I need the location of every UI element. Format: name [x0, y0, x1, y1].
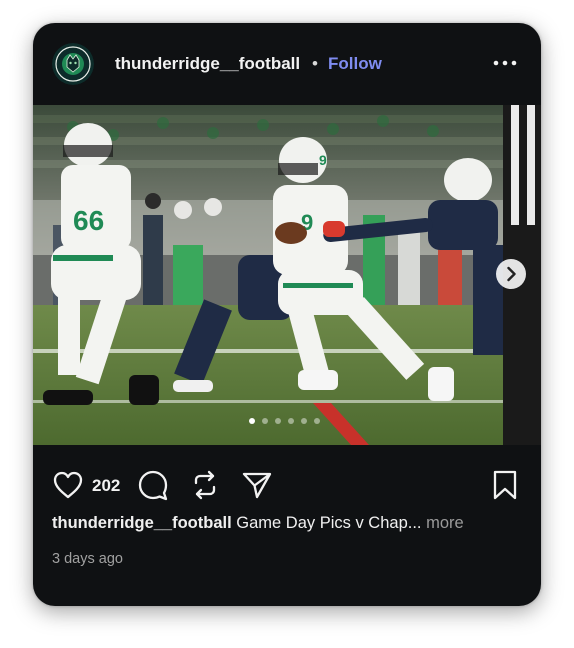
- post-username[interactable]: thunderridge__football: [115, 54, 300, 74]
- bookmark-icon[interactable]: [491, 469, 519, 501]
- next-image-button[interactable]: [496, 259, 526, 289]
- post-timestamp: 3 days ago: [52, 551, 123, 567]
- comment-icon[interactable]: [137, 469, 169, 501]
- caption-more-link[interactable]: more: [426, 514, 464, 532]
- carousel-dot-active: [249, 418, 255, 424]
- carousel-dot: [314, 418, 320, 424]
- post-header: thunderridge__football • Follow: [33, 23, 541, 105]
- send-icon[interactable]: [241, 469, 273, 501]
- chevron-right-icon: [507, 266, 516, 282]
- separator-dot: •: [312, 54, 318, 73]
- avatar[interactable]: [52, 43, 94, 85]
- post-card: thunderridge__football • Follow 66 9 9 2…: [33, 23, 541, 606]
- carousel-dot: [288, 418, 294, 424]
- more-horizontal-icon[interactable]: [492, 53, 518, 73]
- repost-icon[interactable]: [190, 469, 220, 501]
- carousel-dot: [301, 418, 307, 424]
- svg-text:66: 66: [73, 205, 104, 236]
- heart-icon[interactable]: [52, 470, 84, 500]
- follow-button[interactable]: Follow: [328, 54, 382, 74]
- post-caption: thunderridge__football Game Day Pics v C…: [52, 514, 522, 533]
- svg-text:9: 9: [319, 152, 327, 168]
- post-image[interactable]: 66 9 9: [33, 105, 541, 445]
- carousel-dot: [275, 418, 281, 424]
- caption-username[interactable]: thunderridge__football: [52, 514, 232, 532]
- carousel-dot: [262, 418, 268, 424]
- like-count[interactable]: 202: [92, 476, 120, 496]
- carousel-indicator: [249, 418, 339, 428]
- caption-text: Game Day Pics v Chap...: [236, 514, 422, 532]
